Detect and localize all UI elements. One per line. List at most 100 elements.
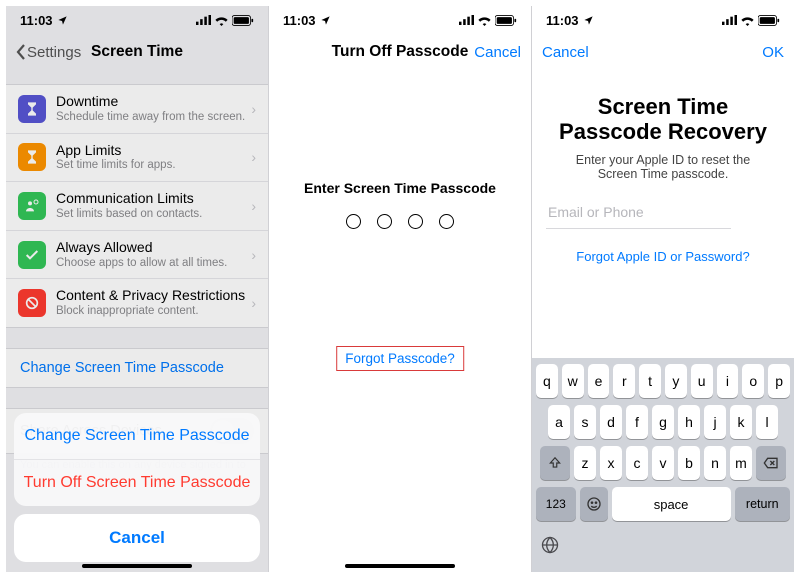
chevron-left-icon	[16, 44, 26, 60]
passcode-dot	[377, 214, 392, 229]
letter-key[interactable]: v	[652, 446, 674, 480]
hourglass-icon	[18, 95, 46, 123]
status-time: 11:03	[20, 13, 53, 28]
row-sub: Choose apps to allow at all times.	[56, 257, 251, 271]
wifi-icon	[477, 15, 492, 26]
row-title: Content & Privacy Restrictions	[56, 287, 251, 304]
back-button[interactable]: Settings	[16, 44, 81, 61]
letter-key[interactable]: b	[678, 446, 700, 480]
sheet-change-passcode[interactable]: Change Screen Time Passcode	[14, 413, 260, 459]
return-key[interactable]: return	[735, 487, 790, 521]
letter-key[interactable]: y	[665, 364, 687, 398]
letter-key[interactable]: p	[768, 364, 790, 398]
letter-key[interactable]: i	[717, 364, 739, 398]
space-key[interactable]: space	[612, 487, 731, 521]
row-title: App Limits	[56, 142, 251, 159]
letter-key[interactable]: q	[536, 364, 558, 398]
globe-key[interactable]	[536, 528, 564, 562]
wifi-icon	[740, 15, 755, 26]
passcode-dot	[408, 214, 423, 229]
backspace-key[interactable]	[756, 446, 786, 480]
change-passcode-link[interactable]: Change Screen Time Passcode	[6, 348, 268, 388]
letter-key[interactable]: o	[742, 364, 764, 398]
row-title: Always Allowed	[56, 239, 251, 256]
status-bar: 11:03	[532, 6, 794, 34]
letter-key[interactable]: r	[613, 364, 635, 398]
shift-icon	[548, 456, 562, 470]
chevron-right-icon: ›	[251, 295, 256, 311]
numbers-key[interactable]: 123	[536, 487, 576, 521]
screen-settings: 11:03 Settings Screen Time	[6, 6, 268, 572]
letter-key[interactable]: s	[574, 405, 596, 439]
row-content-privacy[interactable]: Content & Privacy RestrictionsBlock inap…	[6, 278, 268, 327]
letter-key[interactable]: w	[562, 364, 584, 398]
emoji-key[interactable]	[580, 487, 608, 521]
home-indicator	[82, 564, 192, 568]
cancel-button[interactable]: Cancel	[474, 44, 521, 61]
letter-key[interactable]: c	[626, 446, 648, 480]
globe-icon	[540, 535, 560, 555]
letter-key[interactable]: h	[678, 405, 700, 439]
row-communication-limits[interactable]: Communication LimitsSet limits based on …	[6, 181, 268, 230]
letter-key[interactable]: a	[548, 405, 570, 439]
backspace-icon	[763, 457, 779, 469]
sheet-turn-off-passcode[interactable]: Turn Off Screen Time Passcode	[14, 459, 260, 506]
screen-recovery: 11:03 Cancel OK Screen TimePasscode Reco…	[531, 6, 794, 572]
keyboard-row: 123 space return	[536, 487, 790, 521]
back-label: Settings	[27, 44, 81, 61]
emoji-icon	[586, 496, 602, 512]
apple-id-field[interactable]	[546, 197, 731, 229]
passcode-dot	[346, 214, 361, 229]
nosign-icon	[18, 289, 46, 317]
wifi-icon	[214, 15, 229, 26]
row-app-limits[interactable]: App LimitsSet time limits for apps. ›	[6, 133, 268, 182]
status-right	[459, 15, 517, 26]
location-icon	[57, 15, 68, 26]
ok-button[interactable]: OK	[762, 44, 784, 61]
screen-passcode: 11:03 Turn Off Passcode Cancel Enter Scr…	[268, 6, 531, 572]
keyboard: qwertyuiop asdfghjkl zxcvbnm 123 space r…	[532, 358, 794, 572]
letter-key[interactable]: f	[626, 405, 648, 439]
chevron-right-icon: ›	[251, 247, 256, 263]
letter-key[interactable]: m	[730, 446, 752, 480]
letter-key[interactable]: u	[691, 364, 713, 398]
letter-key[interactable]: t	[639, 364, 661, 398]
letter-key[interactable]: x	[600, 446, 622, 480]
letter-key[interactable]: z	[574, 446, 596, 480]
home-indicator	[345, 564, 455, 568]
chevron-right-icon: ›	[251, 101, 256, 117]
keyboard-row: zxcvbnm	[536, 446, 790, 480]
passcode-dot	[439, 214, 454, 229]
battery-icon	[758, 15, 780, 26]
hourglass-icon	[18, 143, 46, 171]
letter-key[interactable]: d	[600, 405, 622, 439]
keyboard-row	[536, 528, 790, 562]
recovery-subtitle: Enter your Apple ID to reset the Screen …	[532, 153, 794, 181]
letter-key[interactable]: l	[756, 405, 778, 439]
signal-icon	[722, 15, 737, 25]
battery-icon	[232, 15, 254, 26]
shift-key[interactable]	[540, 446, 570, 480]
passcode-dots[interactable]	[269, 214, 531, 229]
location-icon	[320, 15, 331, 26]
keyboard-row: qwertyuiop	[536, 364, 790, 398]
nav-bar: Settings Screen Time	[6, 34, 268, 70]
status-time: 11:03	[546, 13, 579, 28]
forgot-apple-id-link[interactable]: Forgot Apple ID or Password?	[532, 249, 794, 264]
keyboard-row: asdfghjkl	[536, 405, 790, 439]
letter-key[interactable]: n	[704, 446, 726, 480]
forgot-passcode-link[interactable]: Forgot Passcode?	[336, 346, 464, 371]
letter-key[interactable]: g	[652, 405, 674, 439]
row-downtime[interactable]: DowntimeSchedule time away from the scre…	[6, 85, 268, 133]
cancel-button[interactable]: Cancel	[542, 44, 589, 61]
letter-key[interactable]: j	[704, 405, 726, 439]
status-right	[196, 15, 254, 26]
action-sheet: Change Screen Time Passcode Turn Off Scr…	[14, 413, 260, 562]
row-sub: Block inappropriate content.	[56, 305, 251, 319]
letter-key[interactable]: k	[730, 405, 752, 439]
row-always-allowed[interactable]: Always AllowedChoose apps to allow at al…	[6, 230, 268, 279]
person-bubble-icon	[18, 192, 46, 220]
letter-key[interactable]: e	[588, 364, 610, 398]
recovery-title: Screen TimePasscode Recovery	[532, 94, 794, 145]
sheet-cancel[interactable]: Cancel	[14, 514, 260, 562]
